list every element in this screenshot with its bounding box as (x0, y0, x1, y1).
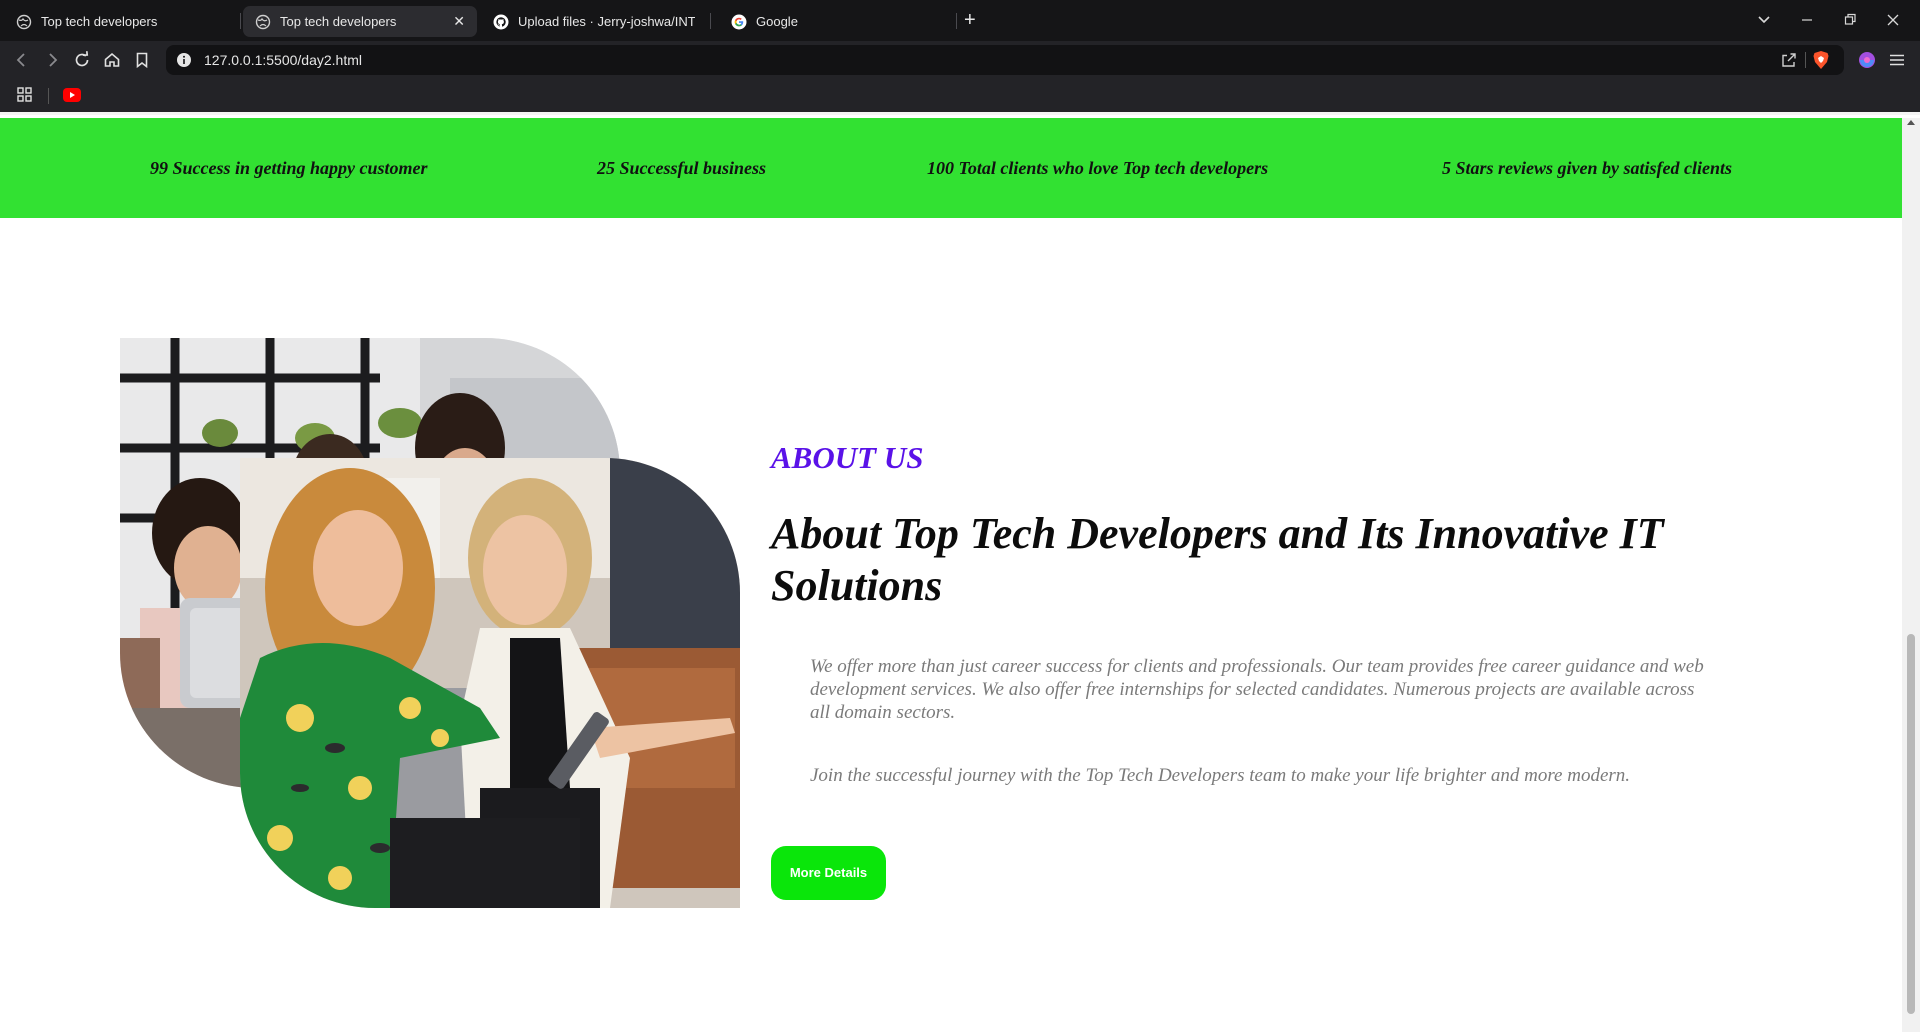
about-us-label: ABOUT US (771, 440, 924, 475)
stats-band: 99 Success in getting happy customer 25 … (0, 118, 1902, 218)
tab-top-tech-developers-1[interactable]: Top tech developers (4, 6, 236, 37)
new-tab-button[interactable]: + (964, 8, 976, 32)
forward-arrow-icon[interactable] (42, 50, 62, 70)
restore-icon[interactable] (1843, 8, 1857, 40)
bookmark-icon[interactable] (132, 50, 152, 70)
address-bar[interactable]: 127.0.0.1:5500/day2.html (166, 45, 1844, 75)
apps-grid-icon[interactable] (17, 87, 32, 102)
globe-icon (16, 14, 32, 29)
brave-wallet-icon[interactable] (1858, 51, 1876, 69)
stat-five-star-reviews: 5 Stars reviews given by satisfed client… (1442, 158, 1732, 178)
colleagues-tablet-photo (240, 458, 740, 908)
page-scrollbar[interactable] (1902, 118, 1920, 1032)
youtube-icon[interactable] (63, 88, 81, 102)
back-arrow-icon[interactable] (12, 50, 32, 70)
tab-google[interactable]: Google (719, 6, 959, 37)
address-divider (1805, 52, 1806, 68)
brave-shields-icon[interactable] (1812, 50, 1830, 70)
stat-successful-business: 25 Successful business (597, 158, 767, 178)
stat-total-clients: 100 Total clients who love Top tech deve… (927, 158, 1269, 178)
tab-separator (240, 13, 241, 29)
bookmarks-bar (0, 78, 1920, 115)
github-icon (493, 14, 509, 29)
home-icon[interactable] (102, 50, 122, 70)
url-text[interactable]: 127.0.0.1:5500/day2.html (204, 52, 362, 68)
close-window-icon[interactable] (1886, 8, 1900, 40)
site-info-icon[interactable] (176, 52, 192, 68)
more-details-button[interactable]: More Details (771, 846, 886, 900)
about-heading: About Top Tech Developers and Its Innova… (771, 509, 1664, 610)
tab-search-chevron-icon[interactable] (1757, 8, 1771, 40)
close-tab-icon[interactable]: ✕ (453, 13, 465, 30)
bookmarks-divider (48, 88, 49, 104)
browser-toolbar: 127.0.0.1:5500/day2.html (0, 41, 1920, 78)
tab-upload-files[interactable]: Upload files · Jerry-joshwa/INTERN- (481, 6, 707, 37)
scrollbar-thumb[interactable] (1907, 634, 1915, 1014)
tab-title: Top tech developers (41, 14, 158, 29)
minimize-icon[interactable] (1800, 8, 1814, 40)
page-viewport: 99 Success in getting happy customer 25 … (0, 118, 1902, 1032)
tab-title: Upload files · Jerry-joshwa/INTERN- (518, 14, 695, 29)
stat-happy-customers: 99 Success in getting happy customer (150, 158, 428, 178)
menu-icon[interactable] (1888, 51, 1906, 69)
scroll-up-arrow-icon[interactable] (1907, 120, 1915, 125)
tab-title: Google (756, 14, 798, 29)
share-icon[interactable] (1780, 51, 1798, 69)
tab-separator (710, 13, 711, 29)
tab-title: Top tech developers (280, 14, 397, 29)
globe-icon (255, 14, 271, 29)
about-paragraph-1: We offer more than just career success f… (810, 656, 1704, 723)
browser-tab-bar: Top tech developers Top tech developers … (0, 0, 1920, 41)
tab-top-tech-developers-active[interactable]: Top tech developers ✕ (243, 6, 477, 37)
google-icon (731, 14, 747, 29)
about-paragraph-2: Join the successful journey with the Top… (810, 765, 1631, 786)
reload-icon[interactable] (72, 50, 92, 70)
tab-separator (956, 13, 957, 29)
